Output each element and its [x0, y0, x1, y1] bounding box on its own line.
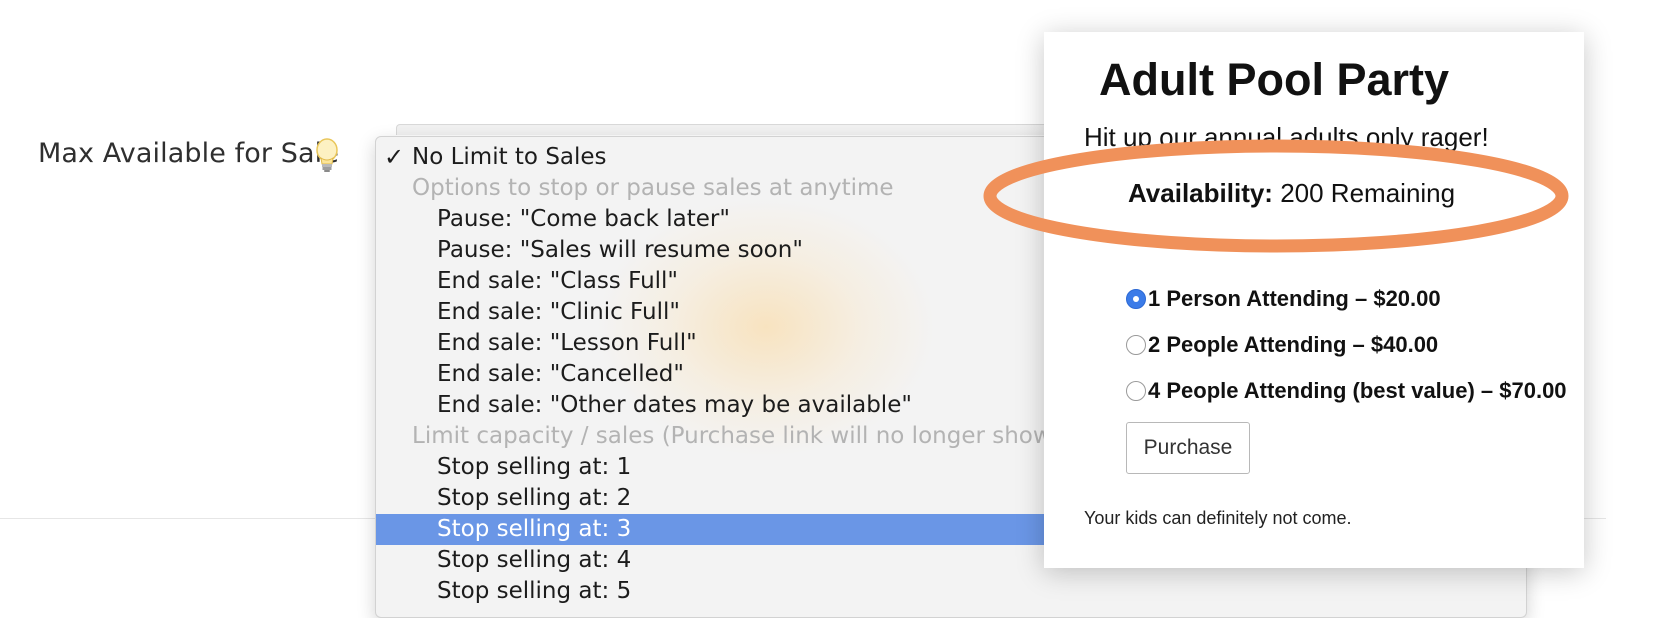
check-icon: ✓	[384, 143, 405, 171]
availability-label: Availability:	[1128, 178, 1273, 208]
option-text: Stop selling at: 1	[437, 454, 632, 480]
radio-button[interactable]	[1126, 381, 1146, 401]
option-text: No Limit to Sales	[412, 144, 607, 170]
option-text: Limit capacity / sales (Purchase link wi…	[412, 423, 1120, 449]
option-text: End sale: "Other dates may be available"	[437, 392, 912, 418]
option-text: Pause: "Sales will resume soon"	[437, 237, 803, 263]
option-text: Stop selling at: 4	[437, 547, 632, 573]
option-row-3[interactable]: 4 People Attending (best value) – $70.00	[1126, 375, 1567, 407]
option-text: End sale: "Class Full"	[437, 268, 679, 294]
form-label: Max Available for Sale	[38, 138, 339, 169]
radio-button[interactable]	[1126, 335, 1146, 355]
select-box[interactable]	[396, 124, 1078, 135]
option-text: End sale: "Clinic Full"	[437, 299, 680, 325]
option-text: Stop selling at: 5	[437, 578, 632, 604]
option-row-1[interactable]: 1 Person Attending – $20.00	[1126, 283, 1441, 315]
availability: Availability: 200 Remaining	[1128, 178, 1455, 209]
option-text: End sale: "Cancelled"	[437, 361, 684, 387]
option-text: Pause: "Come back later"	[437, 206, 730, 232]
event-card: Adult Pool Party Hit up our annual adult…	[983, 32, 1584, 568]
option-text: Stop selling at: 2	[437, 485, 632, 511]
option-text: End sale: "Lesson Full"	[437, 330, 697, 356]
option-label: 1 Person Attending – $20.00	[1148, 286, 1441, 311]
lightbulb-icon[interactable]	[314, 138, 340, 174]
option-row-2[interactable]: 2 People Attending – $40.00	[1126, 329, 1438, 361]
dropdown-option[interactable]: Stop selling at: 5	[376, 576, 1526, 607]
option-label: 2 People Attending – $40.00	[1148, 332, 1439, 357]
option-text: Options to stop or pause sales at anytim…	[412, 175, 894, 201]
event-note: Your kids can definitely not come.	[1084, 508, 1352, 528]
purchase-button[interactable]: Purchase	[1126, 422, 1250, 474]
option-text: Stop selling at: 3	[437, 516, 632, 542]
event-title: Adult Pool Party	[1099, 54, 1450, 105]
option-label: 4 People Attending (best value) – $70.00	[1148, 378, 1567, 403]
availability-value: 200 Remaining	[1280, 178, 1456, 208]
radio-button[interactable]	[1126, 289, 1146, 309]
